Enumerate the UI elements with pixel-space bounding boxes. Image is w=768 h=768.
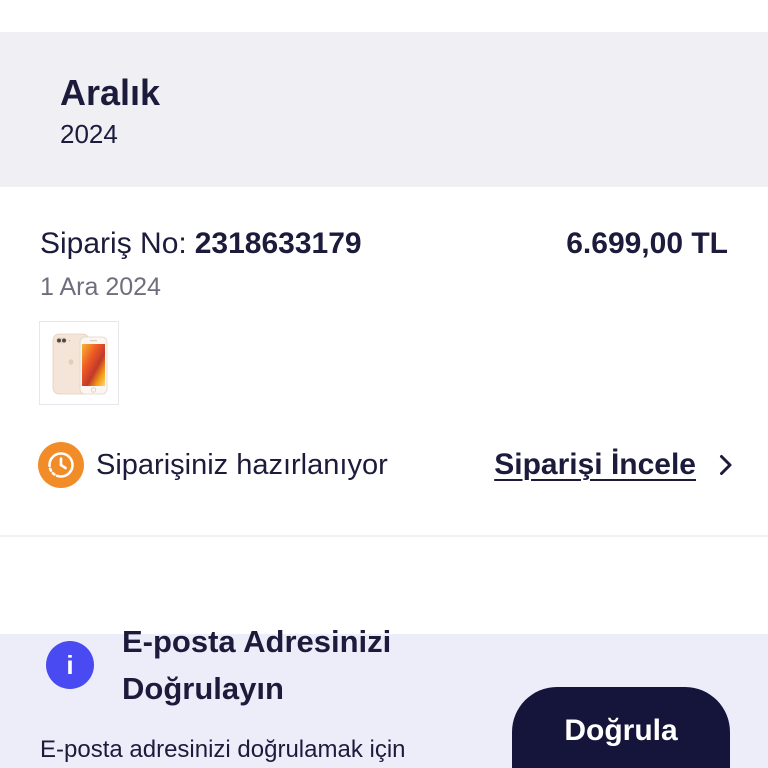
order-number-value: 2318633179 bbox=[194, 227, 362, 260]
order-number-row: Sipariş No: 2318633179 bbox=[40, 226, 362, 262]
month-group-header: Aralık 2024 bbox=[0, 32, 768, 187]
year-label: 2024 bbox=[60, 119, 118, 149]
email-verification-banner: i E-posta Adresinizi Doğrulayın E-posta … bbox=[0, 624, 768, 768]
email-verification-description: E-posta adresinizi doğrulamak için bbox=[40, 736, 406, 763]
verify-email-button[interactable]: Doğrula bbox=[512, 687, 730, 768]
section-divider bbox=[0, 535, 768, 537]
product-thumbnail[interactable] bbox=[39, 321, 119, 405]
chevron-right-icon[interactable] bbox=[719, 454, 733, 476]
order-date: 1 Ara 2024 bbox=[40, 273, 161, 301]
month-label: Aralık bbox=[60, 72, 161, 113]
order-details-label[interactable]: Siparişi İncele bbox=[494, 447, 696, 483]
order-number-label: Sipariş No: bbox=[40, 227, 187, 260]
order-total: 6.699,00 TL bbox=[566, 227, 728, 260]
order-card: Sipariş No: 2318633179 6.699,00 TL 1 Ara … bbox=[0, 187, 768, 535]
clock-icon bbox=[38, 442, 84, 488]
order-details-link[interactable]: Siparişi İncele bbox=[494, 447, 733, 483]
email-verification-title: E-posta Adresinizi Doğrulayın bbox=[122, 624, 392, 706]
info-icon: i bbox=[46, 641, 94, 689]
order-status-text: Siparişiniz hazırlanıyor bbox=[96, 449, 388, 481]
phone-product-image bbox=[52, 333, 108, 395]
